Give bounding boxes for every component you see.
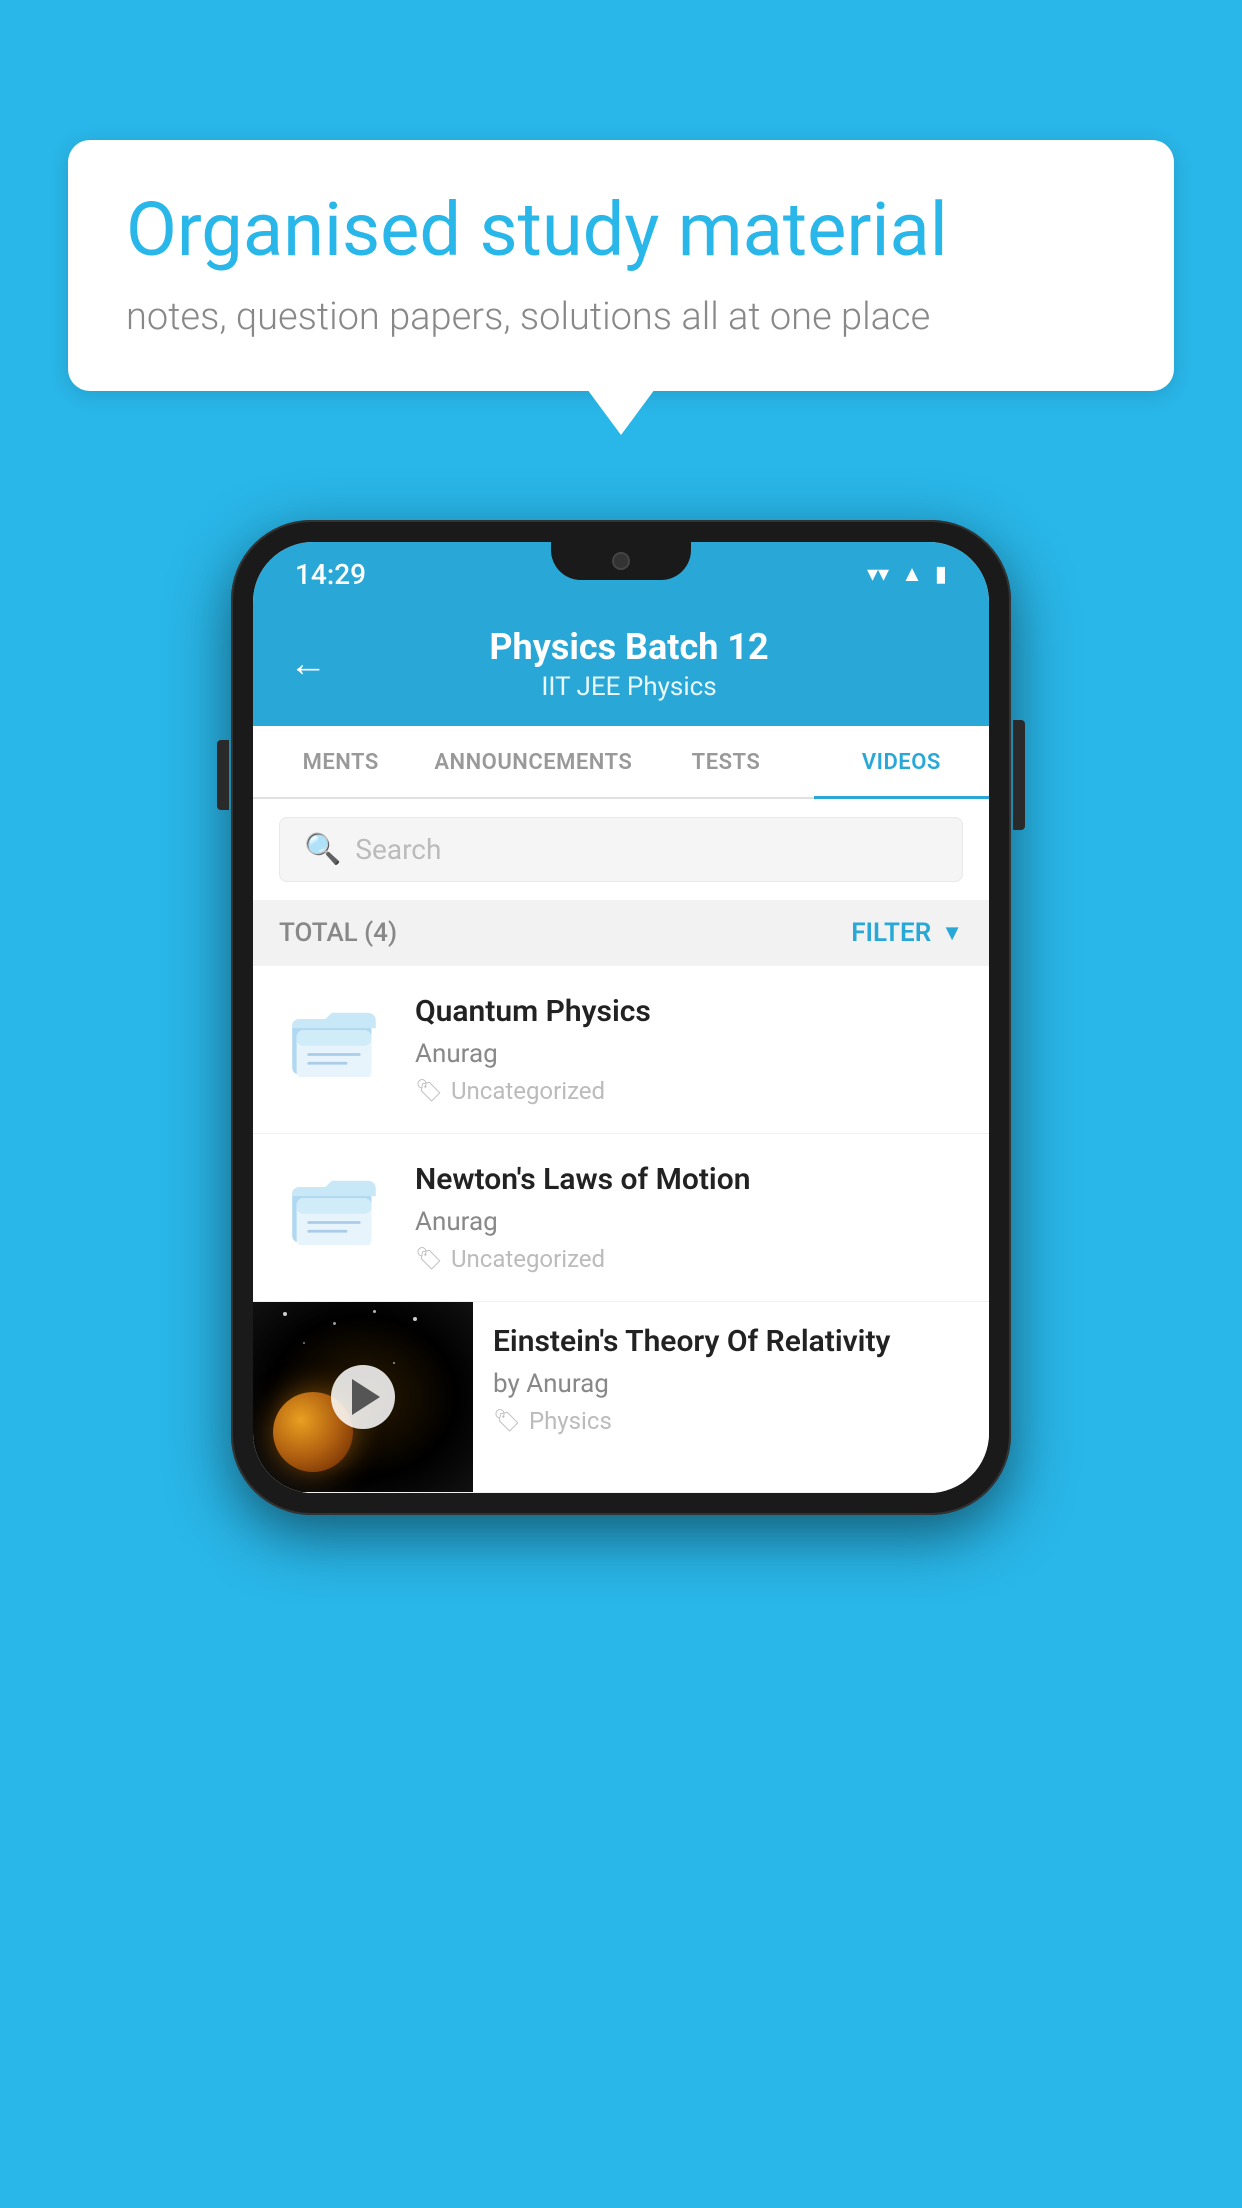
filter-button[interactable]: FILTER ▼ <box>851 918 963 948</box>
tab-bar: MENTS ANNOUNCEMENTS TESTS VIDEOS <box>253 726 989 799</box>
video-title: Newton's Laws of Motion <box>415 1162 963 1197</box>
phone-mockup: 14:29 ▾▾ ▲ ▮ ← Physics Batch 12 IIT JEE … <box>231 520 1011 1515</box>
tag-icon: 🏷 <box>415 1079 443 1104</box>
app-bar: ← Physics Batch 12 IIT JEE Physics <box>253 606 989 726</box>
video-tag: 🏷 Uncategorized <box>415 1077 963 1105</box>
search-icon: 🔍 <box>304 832 341 867</box>
video-author: Anurag <box>415 1207 963 1237</box>
folder-icon <box>290 999 378 1077</box>
speech-bubble: Organised study material notes, question… <box>68 140 1174 391</box>
filter-icon: ▼ <box>941 920 963 946</box>
video-info: Einstein's Theory Of Relativity by Anura… <box>473 1302 989 1457</box>
back-button[interactable]: ← <box>289 642 327 686</box>
list-item[interactable]: Quantum Physics Anurag 🏷 Uncategorized <box>253 966 989 1134</box>
filter-label: FILTER <box>851 918 931 948</box>
video-tag: 🏷 Uncategorized <box>415 1245 963 1273</box>
tag-text: Physics <box>529 1407 612 1435</box>
folder-icon <box>290 1167 378 1245</box>
video-title: Einstein's Theory Of Relativity <box>493 1324 969 1359</box>
status-bar: 14:29 ▾▾ ▲ ▮ <box>253 542 989 606</box>
folder-thumbnail <box>279 1162 389 1250</box>
app-bar-title: Physics Batch 12 <box>355 626 903 668</box>
bubble-title: Organised study material <box>126 188 1116 273</box>
tab-videos[interactable]: VIDEOS <box>814 726 989 797</box>
tab-ments[interactable]: MENTS <box>253 726 428 797</box>
video-info: Quantum Physics Anurag 🏷 Uncategorized <box>415 994 963 1105</box>
play-button[interactable] <box>331 1365 395 1429</box>
video-thumbnail <box>253 1302 473 1492</box>
tag-text: Uncategorized <box>451 1245 605 1273</box>
list-item[interactable]: Newton's Laws of Motion Anurag 🏷 Uncateg… <box>253 1134 989 1302</box>
battery-icon: ▮ <box>935 562 947 587</box>
video-tag: 🏷 Physics <box>493 1407 969 1435</box>
tab-announcements[interactable]: ANNOUNCEMENTS <box>428 726 638 797</box>
status-icons: ▾▾ ▲ ▮ <box>867 561 947 587</box>
video-author: Anurag <box>415 1039 963 1069</box>
play-triangle-icon <box>352 1379 380 1415</box>
bubble-subtitle: notes, question papers, solutions all at… <box>126 295 1116 339</box>
list-item[interactable]: Einstein's Theory Of Relativity by Anura… <box>253 1302 989 1493</box>
tag-icon: 🏷 <box>493 1409 521 1434</box>
tab-tests[interactable]: TESTS <box>638 726 813 797</box>
einstein-bg <box>253 1302 473 1492</box>
signal-icon: ▲ <box>901 561 923 587</box>
app-bar-title-group: Physics Batch 12 IIT JEE Physics <box>355 626 903 702</box>
video-info: Newton's Laws of Motion Anurag 🏷 Uncateg… <box>415 1162 963 1273</box>
total-count: TOTAL (4) <box>279 918 397 948</box>
tag-text: Uncategorized <box>451 1077 605 1105</box>
phone-outer: 14:29 ▾▾ ▲ ▮ ← Physics Batch 12 IIT JEE … <box>231 520 1011 1515</box>
notch <box>551 542 691 580</box>
filter-bar: TOTAL (4) FILTER ▼ <box>253 900 989 966</box>
wifi-icon: ▾▾ <box>867 562 889 587</box>
video-list: Quantum Physics Anurag 🏷 Uncategorized <box>253 966 989 1493</box>
search-placeholder: Search <box>355 833 441 866</box>
app-bar-subtitle: IIT JEE Physics <box>355 672 903 702</box>
search-bar-container: 🔍 Search <box>253 799 989 900</box>
video-author: by Anurag <box>493 1369 969 1399</box>
phone-screen: 14:29 ▾▾ ▲ ▮ ← Physics Batch 12 IIT JEE … <box>253 542 989 1493</box>
tag-icon: 🏷 <box>415 1247 443 1272</box>
video-title: Quantum Physics <box>415 994 963 1029</box>
status-time: 14:29 <box>295 558 366 591</box>
camera <box>612 552 630 570</box>
folder-thumbnail <box>279 994 389 1082</box>
search-bar[interactable]: 🔍 Search <box>279 817 963 882</box>
